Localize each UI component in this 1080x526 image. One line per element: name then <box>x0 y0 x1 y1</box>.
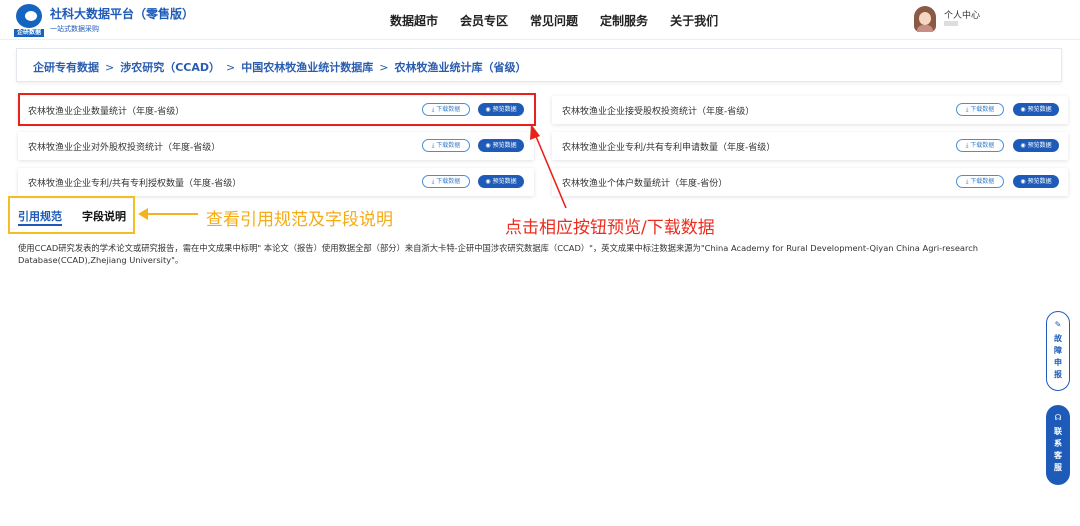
contact-service-button[interactable]: ☊ 联系客服 <box>1046 405 1070 485</box>
breadcrumb: 企研专有数据 > 涉农研究（CCAD） > 中国农林牧渔业统计数据库 > 农林牧… <box>33 59 526 75</box>
download-data-button[interactable]: ⤓ 下载数据 <box>956 175 1004 188</box>
dataset-title: 农林牧渔业个体户数量统计（年度-省份） <box>562 179 728 189</box>
dataset-row: 农林牧渔业企业专利/共有专利申请数量（年度-省级） ⤓ 下载数据 ◉ 预览数据 <box>552 132 1068 160</box>
brand-subtitle: 一站式数据采购 <box>50 25 99 33</box>
highlight-box-red <box>18 93 536 126</box>
dataset-row: 农林牧渔业个体户数量统计（年度-省份） ⤓ 下载数据 ◉ 预览数据 <box>552 168 1068 196</box>
breadcrumb-item-provincial-stats[interactable]: 农林牧渔业统计库（省级） <box>394 59 526 75</box>
annotation-tabs-hint: 查看引用规范及字段说明 <box>206 210 393 230</box>
preview-data-button[interactable]: ◉ 预览数据 <box>1013 175 1059 188</box>
avatar[interactable] <box>914 6 936 32</box>
breadcrumb-item-ccad[interactable]: 涉农研究（CCAD） <box>120 59 220 75</box>
nav-item-faq[interactable]: 常见问题 <box>530 12 578 29</box>
dataset-row: 农林牧渔业企业对外股权投资统计（年度-省级） ⤓ 下载数据 ◉ 预览数据 <box>18 132 534 160</box>
breadcrumb-separator: > <box>379 60 389 74</box>
highlight-box-yellow: 引用规范 字段说明 <box>8 196 135 234</box>
breadcrumb-item-agri-database[interactable]: 中国农林牧渔业统计数据库 <box>241 59 373 75</box>
active-tab-indicator <box>18 224 62 226</box>
citation-text: 使用CCAD研究发表的学术论文或研究报告，需在中文成果中标明" 本论文（报告）使… <box>18 243 979 265</box>
nav-item-member-zone[interactable]: 会员专区 <box>460 12 508 29</box>
tab-field-description[interactable]: 字段说明 <box>82 208 126 224</box>
annotation-buttons-hint: 点击相应按钮预览/下载数据 <box>505 218 715 238</box>
top-header: 企研数据 社科大数据平台（零售版） 一站式数据采购 数据超市 会员专区 常见问题… <box>0 0 1080 40</box>
download-data-button[interactable]: ⤓ 下载数据 <box>422 139 470 152</box>
fault-report-button[interactable]: ✎ 故障申报 <box>1046 311 1070 391</box>
download-data-button[interactable]: ⤓ 下载数据 <box>956 139 1004 152</box>
platform-logo[interactable]: 企研数据 <box>14 4 44 37</box>
nav-item-about-us[interactable]: 关于我们 <box>670 12 718 29</box>
logo-tag: 企研数据 <box>14 29 44 37</box>
fault-report-label: 故障申报 <box>1054 334 1062 379</box>
dataset-row: 农林牧渔业企业专利/共有专利授权数量（年度-省级） ⤓ 下载数据 ◉ 预览数据 <box>18 168 534 196</box>
preview-data-button[interactable]: ◉ 预览数据 <box>478 175 524 188</box>
contact-service-label: 联系客服 <box>1054 427 1062 472</box>
dataset-title: 农林牧渔业企业专利/共有专利授权数量（年度-省级） <box>28 179 242 189</box>
logo-icon <box>16 4 42 28</box>
username-redacted <box>944 21 958 26</box>
orange-arrow-icon <box>138 208 198 220</box>
download-data-button[interactable]: ⤓ 下载数据 <box>422 175 470 188</box>
breadcrumb-separator: > <box>105 60 115 74</box>
breadcrumb-item-qiyan-data[interactable]: 企研专有数据 <box>33 59 99 75</box>
breadcrumb-separator: > <box>226 60 236 74</box>
tab-citation-rules[interactable]: 引用规范 <box>18 208 62 224</box>
user-center-link[interactable]: 个人中心 <box>944 8 980 21</box>
dataset-title: 农林牧渔业企业对外股权投资统计（年度-省级） <box>28 143 221 153</box>
preview-data-button[interactable]: ◉ 预览数据 <box>478 139 524 152</box>
main-nav: 数据超市 会员专区 常见问题 定制服务 关于我们 <box>390 12 718 29</box>
preview-data-button[interactable]: ◉ 预览数据 <box>1013 103 1059 116</box>
download-data-button[interactable]: ⤓ 下载数据 <box>956 103 1004 116</box>
nav-item-data-market[interactable]: 数据超市 <box>390 12 438 29</box>
nav-item-custom-service[interactable]: 定制服务 <box>600 12 648 29</box>
headset-icon: ☊ <box>1054 413 1062 422</box>
preview-data-button[interactable]: ◉ 预览数据 <box>1013 139 1059 152</box>
edit-icon: ✎ <box>1054 320 1062 329</box>
dataset-title: 农林牧渔业企业专利/共有专利申请数量（年度-省级） <box>562 143 776 153</box>
dataset-title: 农林牧渔业企业接受股权投资统计（年度-省级） <box>562 107 755 117</box>
breadcrumb-bar: 企研专有数据 > 涉农研究（CCAD） > 中国农林牧渔业统计数据库 > 农林牧… <box>16 48 1062 82</box>
dataset-row: 农林牧渔业企业接受股权投资统计（年度-省级） ⤓ 下载数据 ◉ 预览数据 <box>552 96 1068 124</box>
brand-title[interactable]: 社科大数据平台（零售版） <box>50 5 194 22</box>
